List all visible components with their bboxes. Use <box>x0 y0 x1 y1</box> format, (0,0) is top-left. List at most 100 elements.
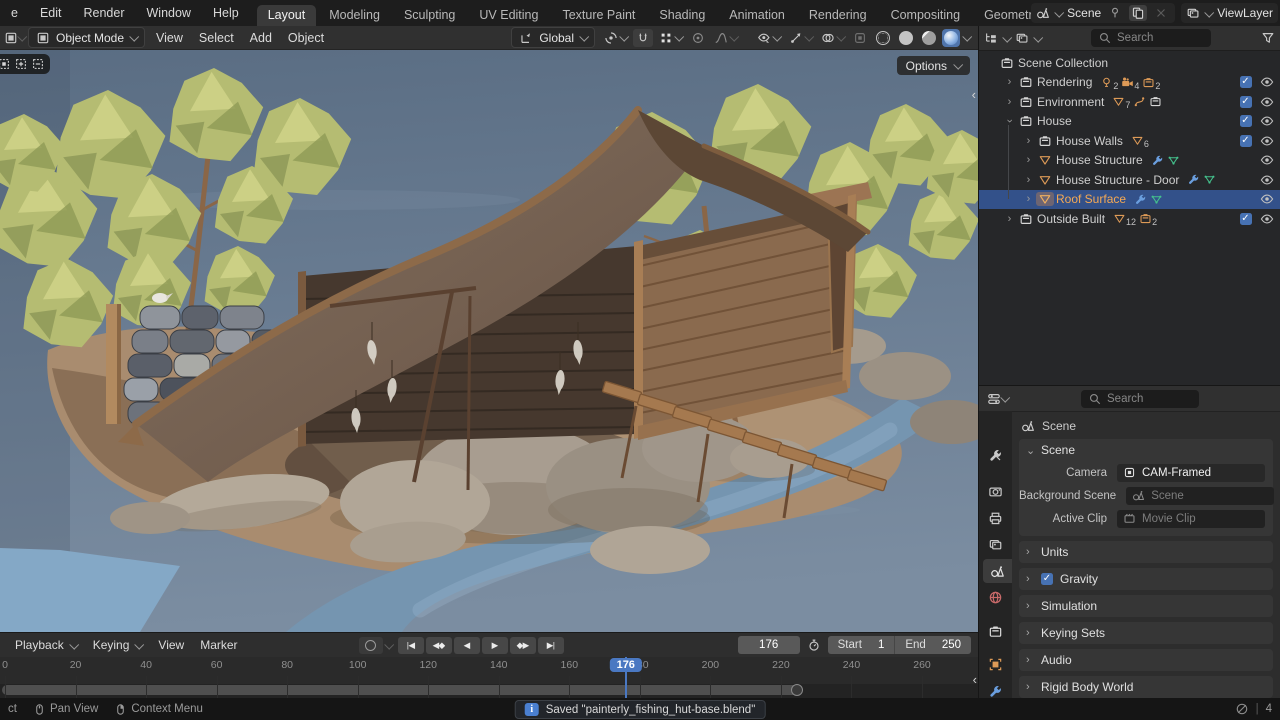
outliner-row-house-walls[interactable]: › House Walls 6 ✓ <box>979 131 1280 151</box>
properties-tab-scene[interactable] <box>983 559 1012 583</box>
workspace-tab-compositing[interactable]: Compositing <box>880 5 971 26</box>
eye-icon[interactable] <box>1256 114 1277 128</box>
eye-icon[interactable] <box>1256 95 1277 109</box>
workspace-tab-uv-editing[interactable]: UV Editing <box>468 5 549 26</box>
outliner-display-mode-icon[interactable] <box>1015 31 1029 45</box>
expand-icon[interactable]: › <box>1002 96 1017 108</box>
gizmos-button[interactable] <box>786 29 815 47</box>
panel-units[interactable]: › Units <box>1019 541 1273 563</box>
menu-render[interactable]: Render <box>73 0 136 26</box>
panel-audio[interactable]: › Audio <box>1019 649 1273 671</box>
properties-tab-tool[interactable] <box>982 443 1009 467</box>
play-reverse-button[interactable]: ◀ <box>453 636 480 654</box>
eye-icon[interactable] <box>1256 212 1277 226</box>
active-clip-field[interactable]: Movie Clip <box>1117 509 1265 528</box>
panel-keying-sets[interactable]: › Keying Sets <box>1019 622 1273 644</box>
previous-keyframe-button[interactable]: ◀◆ <box>425 636 452 654</box>
timeline-tracks[interactable] <box>0 676 978 698</box>
xray-toggle-button[interactable] <box>850 29 870 47</box>
copy-scene-icon[interactable] <box>1129 5 1148 21</box>
background-scene-field[interactable]: Scene <box>1126 486 1275 505</box>
render-checkbox[interactable]: ✓ <box>1235 134 1256 147</box>
jump-to-start-button[interactable]: |◀ <box>397 636 424 654</box>
outliner-editor-type-icon[interactable] <box>984 31 998 45</box>
editor-type-icon[interactable] <box>4 31 18 45</box>
workspace-tab-texture-paint[interactable]: Texture Paint <box>551 5 646 26</box>
collapse-icon[interactable]: › <box>1004 114 1016 129</box>
overlays-button[interactable] <box>818 29 847 47</box>
auto-keying-button[interactable] <box>358 636 383 654</box>
panel-simulation[interactable]: › Simulation <box>1019 595 1273 617</box>
next-keyframe-button[interactable]: ◆▶ <box>509 636 536 654</box>
workspace-tab-modeling[interactable]: Modeling <box>318 5 391 26</box>
pin-icon[interactable] <box>1106 5 1124 21</box>
viewport-menu-select[interactable]: Select <box>191 31 242 45</box>
mode-dropdown[interactable]: Object Mode <box>28 27 146 48</box>
timeline-menu-keying[interactable]: Keying <box>85 638 151 652</box>
expand-icon[interactable]: › <box>1002 76 1017 88</box>
eye-icon[interactable] <box>1256 153 1277 167</box>
viewport-menu-add[interactable]: Add <box>242 31 280 45</box>
outliner-search-input[interactable]: Search <box>1091 29 1211 47</box>
scrollbar-handle[interactable] <box>791 684 803 696</box>
pivot-point-button[interactable] <box>601 29 630 47</box>
outliner-row-house[interactable]: › House ✓ <box>979 112 1280 132</box>
select-subtract-icon[interactable] <box>31 57 45 71</box>
outliner-row-scene-collection[interactable]: Scene Collection <box>979 53 1280 73</box>
menu-help[interactable]: Help <box>202 0 250 26</box>
eye-icon[interactable] <box>1256 173 1277 187</box>
menu-e[interactable]: e <box>0 0 29 26</box>
render-checkbox[interactable]: ✓ <box>1235 95 1256 108</box>
properties-tab-render[interactable] <box>982 479 1009 503</box>
properties-tab-world[interactable] <box>982 585 1009 609</box>
eye-icon[interactable] <box>1256 192 1277 206</box>
outliner-row-environment[interactable]: › Environment 7 ✓ <box>979 92 1280 112</box>
orientation-dropdown[interactable]: Global <box>511 27 595 48</box>
outliner-row-rendering[interactable]: › Rendering 2 4 2 ✓ <box>979 73 1280 93</box>
falloff-curve-button[interactable] <box>711 29 740 47</box>
properties-editor-type-icon[interactable] <box>987 392 1001 406</box>
timeline-collapse-arrow[interactable]: ‹ <box>973 673 977 686</box>
workspace-tab-shading[interactable]: Shading <box>648 5 716 26</box>
render-checkbox[interactable]: ✓ <box>1235 115 1256 128</box>
timeline-menu-playback[interactable]: Playback <box>7 638 85 652</box>
eye-icon[interactable] <box>1256 134 1277 148</box>
stopwatch-icon[interactable] <box>807 638 821 652</box>
object-visibility-button[interactable] <box>754 29 783 47</box>
outliner-row-roof-surface[interactable]: › Roof Surface <box>979 189 1280 209</box>
viewport-3d[interactable]: Options ‹ <box>0 50 978 632</box>
select-tool-options[interactable] <box>0 54 50 74</box>
keying-dropdown-icon[interactable] <box>383 639 394 650</box>
expand-icon[interactable]: › <box>1002 213 1017 225</box>
properties-tab-collection[interactable] <box>982 619 1009 643</box>
snap-settings-button[interactable] <box>656 29 685 47</box>
proportional-editing-button[interactable] <box>688 29 708 47</box>
current-frame-field[interactable]: 176 <box>737 636 800 654</box>
play-forward-button[interactable]: ▶ <box>481 636 508 654</box>
end-frame-field[interactable]: End 250 <box>895 636 971 654</box>
select-set-icon[interactable] <box>0 57 11 71</box>
render-checkbox[interactable]: ✓ <box>1235 76 1256 89</box>
eye-icon[interactable] <box>1256 75 1277 89</box>
scene-name[interactable]: Scene <box>1067 6 1101 20</box>
outliner-row-outside-built[interactable]: › Outside Built 12 2 ✓ <box>979 209 1280 229</box>
sidebar-collapse-arrow[interactable]: ‹ <box>972 88 976 101</box>
start-frame-field[interactable]: Start 1 <box>827 636 896 654</box>
snap-toggle-button[interactable] <box>633 28 653 47</box>
workspace-tab-animation[interactable]: Animation <box>718 5 796 26</box>
expand-icon[interactable]: › <box>1021 135 1036 147</box>
view-layer-name[interactable]: ViewLayer <box>1217 6 1273 20</box>
timeline-menu-marker[interactable]: Marker <box>192 638 245 652</box>
menu-window[interactable]: Window <box>136 0 202 26</box>
shading-solid-button[interactable] <box>896 29 916 47</box>
playhead-frame-badge[interactable]: 176 <box>609 658 642 672</box>
shading-dropdown-icon[interactable] <box>962 31 973 42</box>
filter-icon[interactable] <box>1261 31 1275 45</box>
gravity-checkbox[interactable]: ✓ <box>1041 573 1053 585</box>
properties-tab-output[interactable] <box>982 506 1009 530</box>
workspace-tab-rendering[interactable]: Rendering <box>798 5 878 26</box>
timeline-ruler[interactable]: 020406080100120140160180200220240260 <box>0 657 978 676</box>
shading-wireframe-button[interactable] <box>873 29 893 47</box>
workspace-tab-sculpting[interactable]: Sculpting <box>393 5 466 26</box>
expand-icon[interactable]: › <box>1021 174 1036 186</box>
